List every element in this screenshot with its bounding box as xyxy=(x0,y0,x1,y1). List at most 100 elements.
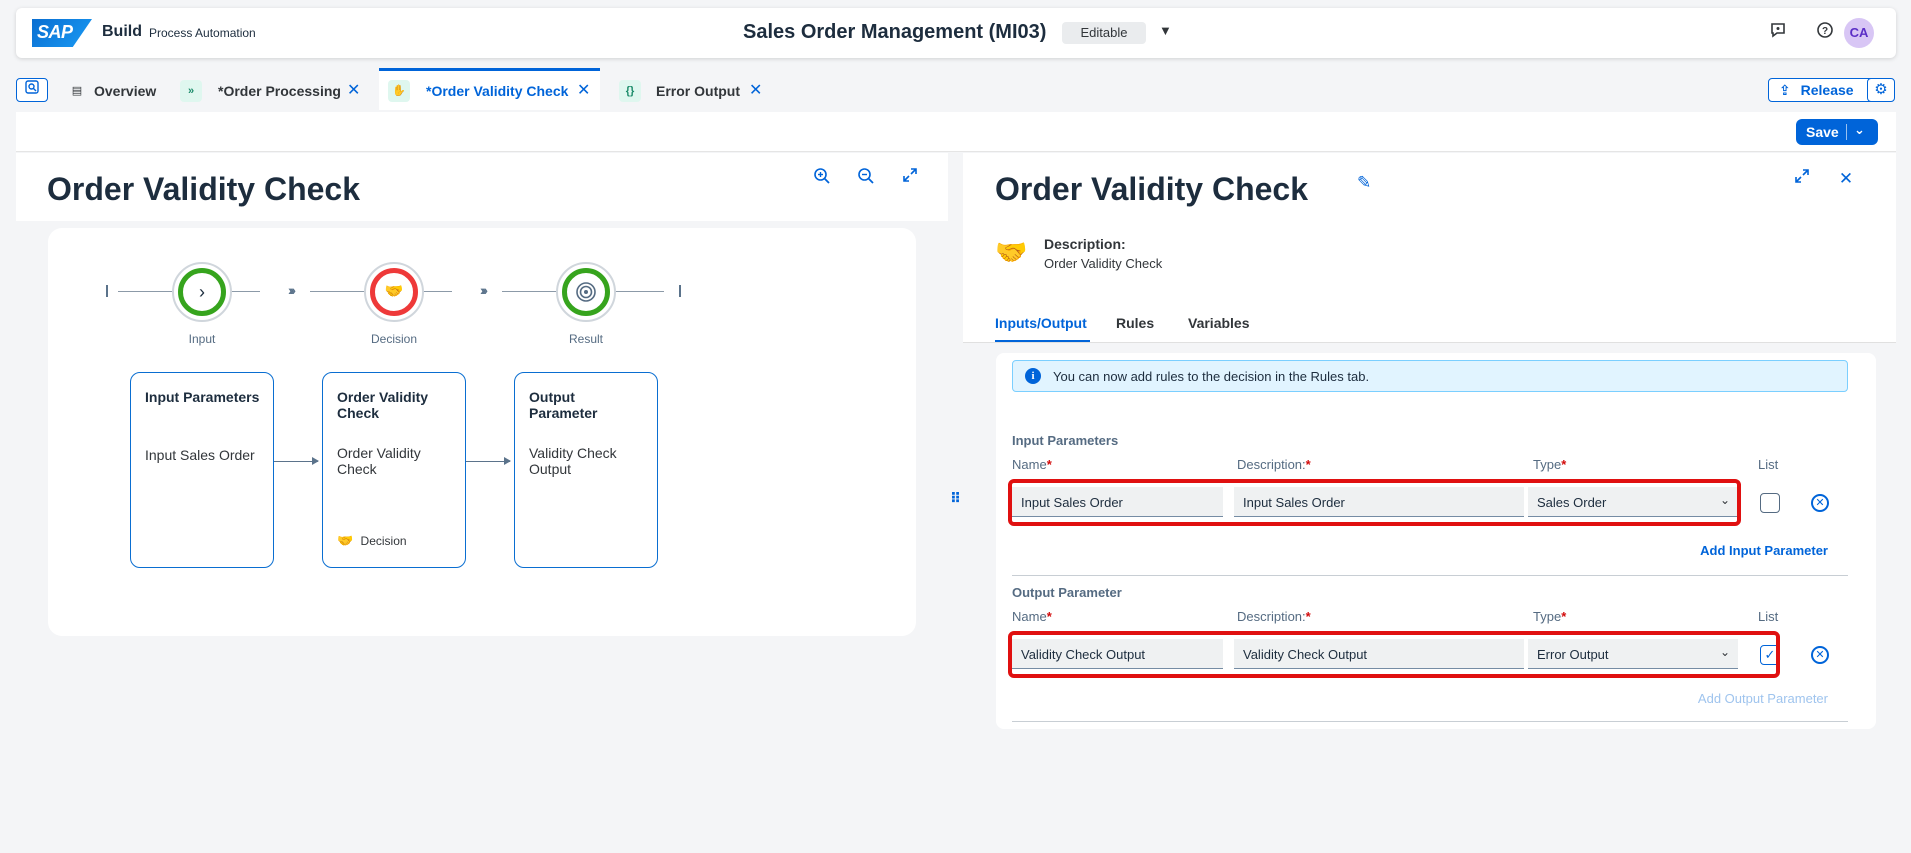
handshake-icon: 🤝 xyxy=(995,237,1028,267)
add-input-parameter-link[interactable]: Add Input Parameter xyxy=(1616,543,1828,558)
tab-label: Overview xyxy=(94,83,157,99)
save-label: Save xyxy=(1806,124,1839,140)
required-marker: * xyxy=(1561,609,1567,624)
type-label-text: Type xyxy=(1533,609,1562,624)
description-column-label: Description:* xyxy=(1237,457,1311,472)
flow-connector xyxy=(422,291,452,292)
flow-connector xyxy=(614,291,664,292)
handshake-icon: 🤝 xyxy=(370,268,418,316)
result-step-node[interactable] xyxy=(556,262,616,322)
search-tabs-button[interactable] xyxy=(16,78,48,102)
product-name: Process Automation xyxy=(149,26,256,40)
decision-step-label: Decision xyxy=(370,332,418,346)
section-divider xyxy=(1012,721,1848,722)
close-icon[interactable]: ✕ xyxy=(577,80,590,100)
description-column-label: Description:* xyxy=(1237,609,1311,624)
flow-connector xyxy=(502,291,562,292)
help-icon[interactable]: ? xyxy=(1813,21,1837,45)
tab-rules[interactable]: Rules xyxy=(1116,315,1154,331)
close-icon[interactable]: ✕ xyxy=(347,80,360,100)
save-button[interactable]: Save ⌄ xyxy=(1796,119,1878,145)
tab-label: Error Output xyxy=(656,83,740,99)
input-parameters-heading: Input Parameters xyxy=(1012,433,1119,448)
tab-overview[interactable]: ▤ Overview xyxy=(60,70,170,110)
output-type-select[interactable]: Error Output ⌄ xyxy=(1528,639,1738,669)
user-avatar[interactable]: CA xyxy=(1844,18,1874,48)
name-column-label: Name* xyxy=(1012,457,1052,472)
flow-end-marker xyxy=(679,285,681,297)
card-title: Input Parameters xyxy=(145,389,260,405)
input-parameters-card[interactable]: Input Parameters Input Sales Order xyxy=(130,372,274,568)
save-separator xyxy=(1846,124,1847,140)
details-header: Order Validity Check ✎ ✕ 🤝 Description: … xyxy=(963,153,1896,343)
flow-start-marker xyxy=(106,285,108,297)
decision-icon: ✋ xyxy=(388,80,410,102)
flow-connector xyxy=(230,291,260,292)
remove-input-icon[interactable]: ✕ xyxy=(1811,494,1829,512)
output-parameter-heading: Output Parameter xyxy=(1012,585,1122,600)
close-icon[interactable]: ✕ xyxy=(1834,167,1858,191)
close-icon[interactable]: ✕ xyxy=(749,80,762,100)
chevron-down-icon: ⌄ xyxy=(1719,493,1730,507)
fit-to-screen-icon[interactable] xyxy=(898,167,922,191)
type-column-label: Type* xyxy=(1533,609,1566,624)
tab-strip: ▤ Overview » *Order Processing ✕ ✋ *Orde… xyxy=(0,68,1911,110)
info-message-strip: i You can now add rules to the decision … xyxy=(1012,360,1848,392)
process-diagram-canvas: ››› ››› › Input 🤝 Decision Result Input … xyxy=(48,228,916,636)
name-label-text: Name xyxy=(1012,457,1047,472)
decision-step-node[interactable]: 🤝 xyxy=(364,262,424,322)
result-step-label: Result xyxy=(568,332,603,346)
output-name-field[interactable]: Validity Check Output xyxy=(1012,639,1223,669)
tab-order-validity-check[interactable]: ✋ *Order Validity Check ✕ xyxy=(379,68,600,110)
output-parameter-card[interactable]: Output Parameter Validity Check Output xyxy=(514,372,658,568)
chevron-down-icon: ⌄ xyxy=(1719,645,1730,659)
release-button[interactable]: ⇪ Release xyxy=(1768,78,1882,102)
active-tab-indicator xyxy=(995,340,1090,342)
tab-inputs-output[interactable]: Inputs/Output xyxy=(995,315,1087,331)
zoom-in-icon[interactable] xyxy=(810,167,834,191)
name-column-label: Name* xyxy=(1012,609,1052,624)
card-body: Order Validity Check xyxy=(337,445,421,477)
output-list-checkbox[interactable]: ✓ xyxy=(1760,645,1780,665)
version-dropdown-icon[interactable]: ▼ xyxy=(1159,23,1172,38)
add-output-parameter-link[interactable]: Add Output Parameter xyxy=(1596,691,1828,706)
edit-icon[interactable]: ✎ xyxy=(1357,173,1371,193)
remove-output-icon[interactable]: ✕ xyxy=(1811,646,1829,664)
info-message-text: You can now add rules to the decision in… xyxy=(1053,369,1370,384)
feedback-icon[interactable] xyxy=(1766,21,1790,45)
input-list-checkbox[interactable] xyxy=(1760,493,1780,513)
build-label: Build xyxy=(102,23,142,40)
card-body: Validity Check Output xyxy=(529,445,617,477)
settings-button[interactable]: ⚙ xyxy=(1867,78,1895,102)
flow-connector xyxy=(118,291,178,292)
card-title: Output Parameter xyxy=(529,389,598,421)
release-label: Release xyxy=(1800,82,1854,98)
output-description-field[interactable]: Validity Check Output xyxy=(1234,639,1524,669)
tab-variables[interactable]: Variables xyxy=(1188,315,1250,331)
input-type-select[interactable]: Sales Order ⌄ xyxy=(1528,487,1738,517)
section-divider xyxy=(1012,575,1848,576)
list-column-label: List xyxy=(1758,457,1779,472)
input-name-field[interactable]: Input Sales Order xyxy=(1012,487,1223,517)
list-column-label: List xyxy=(1758,609,1779,624)
editable-badge: Editable xyxy=(1062,22,1146,44)
description-label-text: Description: xyxy=(1237,457,1306,472)
zoom-out-icon[interactable] xyxy=(854,167,878,191)
overview-icon: ▤ xyxy=(71,85,83,97)
order-validity-check-card[interactable]: Order Validity Check Order Validity Chec… xyxy=(322,372,466,568)
chevron-down-icon[interactable]: ⌄ xyxy=(1854,122,1865,138)
search-icon xyxy=(25,80,39,94)
card-footer: 🤝 Decision xyxy=(337,533,407,549)
expand-icon[interactable] xyxy=(1790,167,1814,191)
data-type-icon: {} xyxy=(619,80,641,102)
tab-order-processing[interactable]: » *Order Processing ✕ xyxy=(176,70,366,110)
handshake-icon: 🤝 xyxy=(337,533,354,548)
sap-logo[interactable]: SAP xyxy=(32,19,92,47)
tab-error-output[interactable]: {} Error Output ✕ xyxy=(610,70,770,110)
card-title: Order Validity Check xyxy=(337,389,429,421)
panel-splitter-handle[interactable]: ⠿ xyxy=(950,490,961,507)
input-type-value: Sales Order xyxy=(1537,495,1607,510)
required-marker: * xyxy=(1305,609,1311,624)
input-step-node[interactable]: › xyxy=(172,262,232,322)
input-description-field[interactable]: Input Sales Order xyxy=(1234,487,1524,517)
